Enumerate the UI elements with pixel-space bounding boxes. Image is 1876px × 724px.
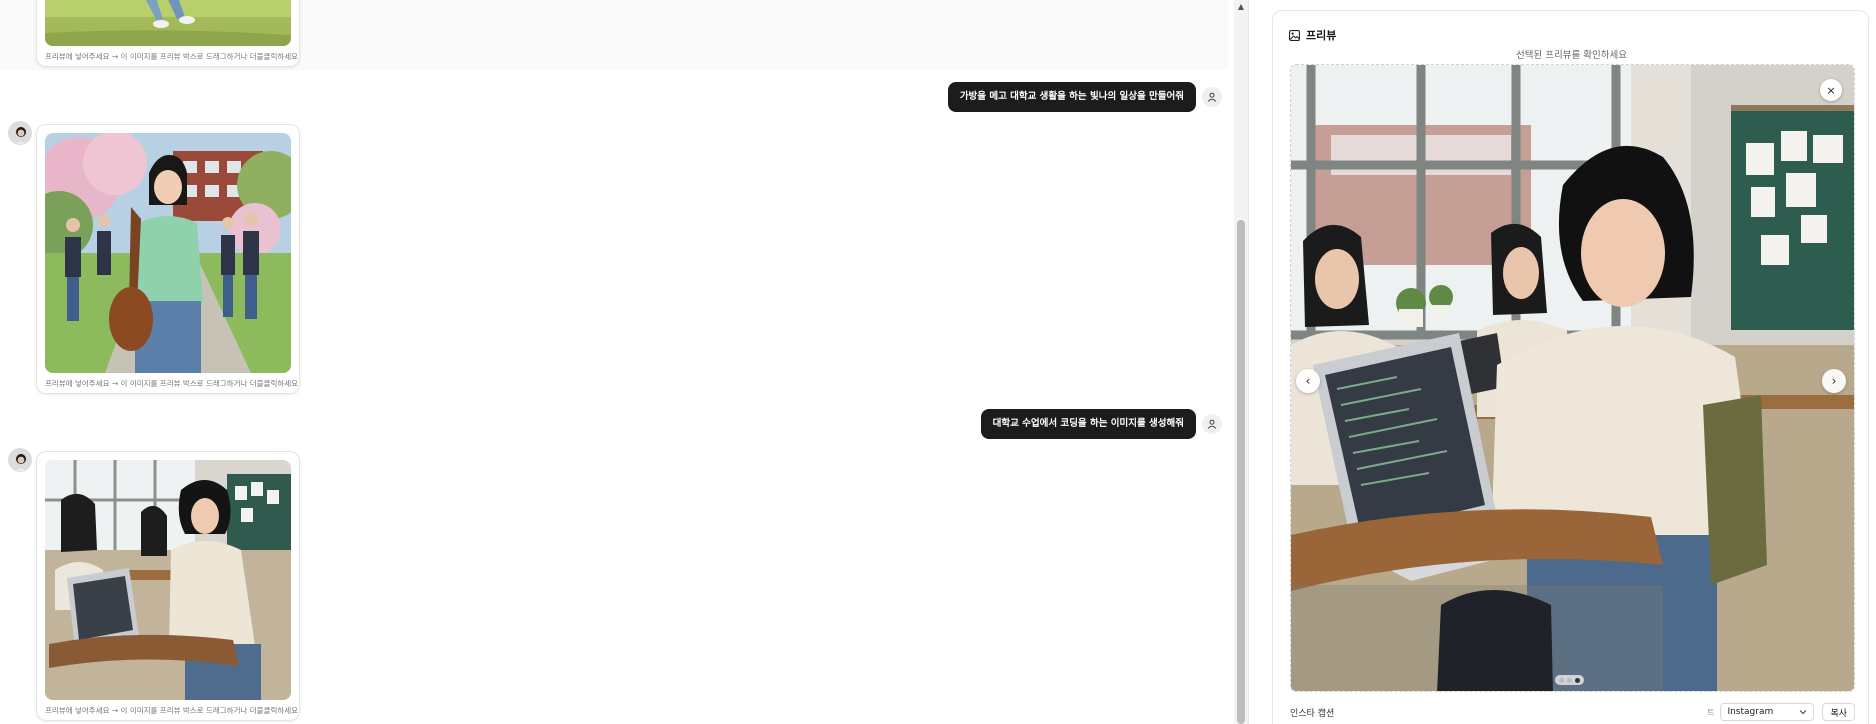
generated-image-card[interactable]: 프리뷰에 넣어주세요 → 이 이미지를 프리뷰 박스로 드래그하거나 더블클릭하… [36,0,300,67]
chevron-left-icon: ‹ [1305,374,1311,388]
preview-next-button[interactable]: › [1822,369,1846,393]
chevron-right-icon: › [1831,374,1837,388]
user-avatar [1202,87,1222,107]
user-icon [1207,92,1217,102]
assistant-avatar-image [9,449,31,471]
preview-image [1291,65,1854,691]
chat-thread[interactable]: 프리뷰에 넣어주세요 → 이 이미지를 프리뷰 박스로 드래그하거나 더블클릭하… [0,0,1228,724]
slide-dot-active[interactable] [1575,677,1580,683]
generated-image-walk[interactable] [45,0,291,46]
slide-dot[interactable] [1567,677,1572,683]
user-icon [1207,419,1217,429]
preview-prev-button[interactable]: ‹ [1296,369,1320,393]
assistant-avatar [8,448,32,472]
user-message-bubble: 대학교 수업에서 코딩을 하는 이미지를 생성해줘 [980,409,1196,439]
generated-image-campus[interactable] [45,133,291,373]
preview-header: 프리뷰 [1289,27,1336,43]
image-drag-hint: 프리뷰에 넣어주세요 → 이 이미지를 프리뷰 박스로 드래그하거나 더블클릭하… [45,379,299,388]
user-avatar [1202,414,1222,434]
caption-toolbar: 인스타 캡션 트 Instagram 복사 [1290,703,1855,721]
caption-label: 인스타 캡션 [1290,708,1335,719]
generated-image-card[interactable]: 프리뷰에 넣어주세요 → 이 이미지를 프리뷰 박스로 드래그하거나 더블클릭하… [36,124,300,394]
preview-title: 프리뷰 [1306,29,1337,42]
close-icon: × [1826,83,1836,97]
generated-image-classroom[interactable] [45,460,291,700]
preview-subtitle: 선택된 프리뷰를 확인하세요 [1516,50,1627,61]
assistant-avatar [8,121,32,145]
generated-image-card[interactable]: 프리뷰에 넣어주세요 → 이 이미지를 프리뷰 박스로 드래그하거나 더블클릭하… [36,451,300,721]
scroll-up-arrow-icon[interactable]: ▲ [1236,2,1246,12]
preview-panel: 프리뷰 선택된 프리뷰를 확인하세요 × ‹ › 인스타 캡션 트 Instag… [1272,10,1869,724]
image-drag-hint: 프리뷰에 넣어주세요 → 이 이미지를 프리뷰 박스로 드래그하거나 더블클릭하… [45,52,299,61]
panel-divider [1248,0,1249,724]
image-drag-hint: 프리뷰에 넣어주세요 → 이 이미지를 프리뷰 박스로 드래그하거나 더블클릭하… [45,706,299,715]
copy-caption-button[interactable]: 복사 [1822,703,1855,721]
platform-select[interactable]: Instagram [1720,703,1815,721]
user-message-row: 가방을 메고 대학교 생활을 하는 빛나의 일상을 만들어줘 [947,82,1222,112]
app-root: 프리뷰에 넣어주세요 → 이 이미지를 프리뷰 박스로 드래그하거나 더블클릭하… [0,0,1876,724]
chevron-down-icon [1800,710,1807,715]
slide-dot[interactable] [1559,677,1564,683]
platform-select-value: Instagram [1727,707,1774,717]
preview-dropzone[interactable]: × ‹ › [1290,64,1855,692]
user-message-row: 대학교 수업에서 코딩을 하는 이미지를 생성해줘 [980,409,1222,439]
caption-mark: 트 [1707,707,1715,717]
slide-indicator [1555,675,1584,685]
chat-scrollbar-thumb[interactable] [1237,220,1245,724]
assistant-avatar-image [9,122,31,144]
user-message-bubble: 가방을 메고 대학교 생활을 하는 빛나의 일상을 만들어줘 [947,82,1196,112]
image-icon [1289,29,1300,41]
preview-close-button[interactable]: × [1820,79,1842,101]
